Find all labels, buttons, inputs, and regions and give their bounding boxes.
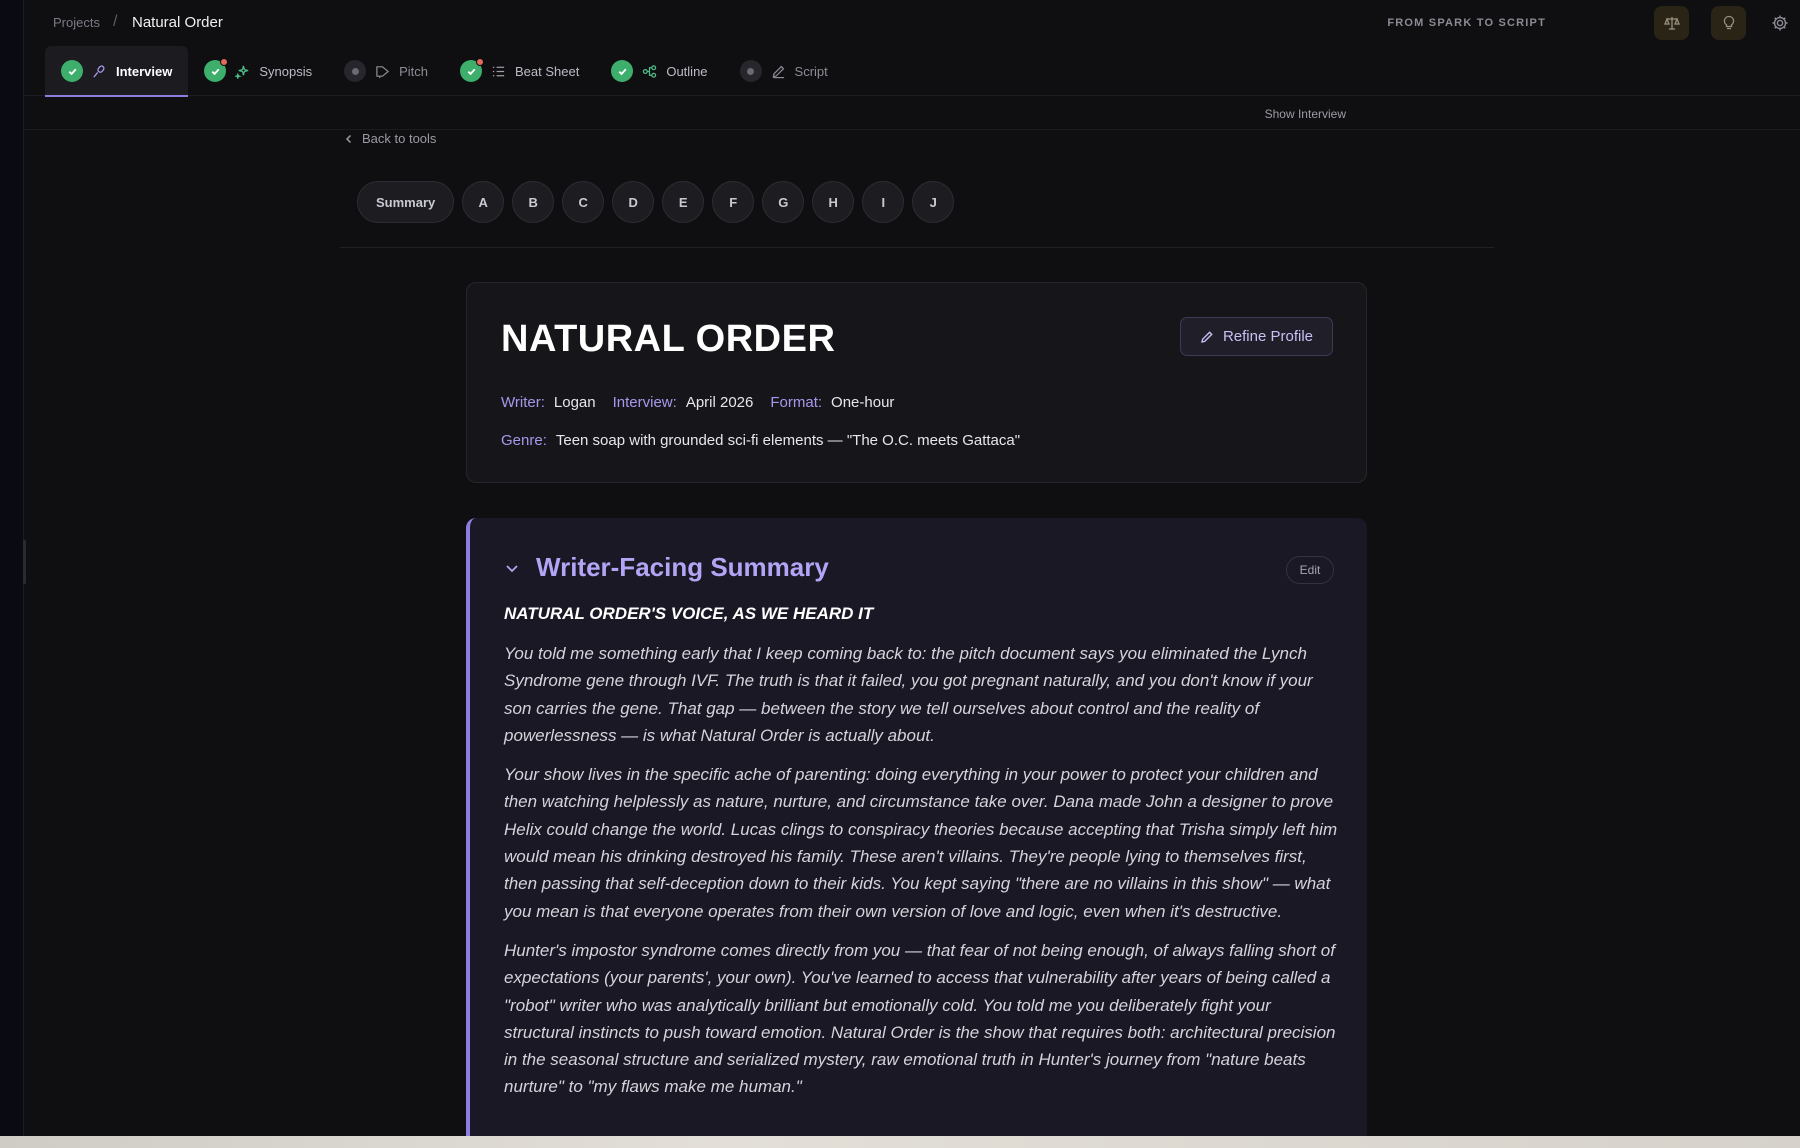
pill-b[interactable]: B [512, 181, 555, 223]
show-interview-toggle[interactable]: Show Interview [1265, 107, 1346, 121]
pill-j[interactable]: J [912, 181, 955, 223]
profile-card: NATURAL ORDER Refine Profile Writer: Loga… [466, 282, 1367, 483]
interview-meta: Interview: April 2026 [613, 394, 754, 411]
check-icon [611, 60, 634, 82]
balance-button[interactable] [1654, 6, 1689, 40]
microphone-icon [93, 64, 105, 78]
update-badge [220, 58, 229, 66]
gear-icon[interactable] [1771, 14, 1789, 32]
tab-label: Synopsis [259, 63, 313, 79]
pencil-icon [772, 65, 784, 78]
writer-summary-card: Writer-Facing Summary Edit NATURAL ORDER… [466, 518, 1367, 1148]
chevron-left-icon [345, 134, 352, 143]
genre-label: Genre: [501, 432, 547, 449]
idea-button[interactable] [1711, 6, 1746, 40]
pending-dot-icon [344, 60, 367, 82]
pill-g[interactable]: G [762, 181, 805, 223]
left-rail [0, 0, 26, 1136]
balance-icon [1663, 17, 1680, 30]
tab-label: Interview [116, 63, 173, 79]
window-bottom-edge [0, 1136, 1800, 1148]
sparkle-icon [235, 65, 249, 79]
section-pills: Summary A B C D E F G H I J [357, 181, 955, 223]
tab-interview[interactable]: Interview [45, 46, 189, 97]
genre-value: Teen soap with grounded sci-fi elements … [555, 432, 1021, 449]
sub-toolbar: Show Interview [24, 97, 1800, 130]
writer-meta: Writer: Logan [501, 394, 596, 411]
writer-value: Logan [553, 394, 596, 411]
tab-label: Pitch [399, 63, 429, 79]
tab-synopsis[interactable]: Synopsis [188, 46, 328, 96]
pill-summary[interactable]: Summary [357, 181, 455, 223]
genre-row: Genre: Teen soap with grounded sci-fi ele… [501, 432, 1020, 449]
breadcrumb-current: Natural Order [132, 14, 223, 31]
chevron-down-icon[interactable] [504, 560, 520, 576]
tab-beat-sheet[interactable]: Beat Sheet [444, 46, 595, 96]
tab-pitch[interactable]: Pitch [328, 46, 444, 96]
edit-button[interactable]: Edit [1286, 556, 1334, 584]
format-meta: Format: One-hour [770, 394, 894, 411]
refine-label: Refine Profile [1222, 328, 1314, 345]
project-title: NATURAL ORDER [501, 318, 836, 360]
pill-c[interactable]: C [562, 181, 605, 223]
summary-paragraph: You told me something early that I keep … [504, 644, 1313, 745]
format-label: Format: [770, 394, 823, 411]
meta-row: Writer: Logan Interview: April 2026 Format… [501, 394, 894, 411]
summary-header[interactable]: Writer-Facing Summary [504, 552, 829, 583]
check-icon [61, 60, 83, 82]
genre-meta: Genre: Teen soap with grounded sci-fi ele… [501, 432, 1020, 449]
pill-f[interactable]: F [712, 181, 755, 223]
summary-paragraph: Hunter's impostor syndrome comes directl… [504, 940, 1336, 1097]
update-badge [476, 58, 485, 66]
brand-label: FROM SPARK TO SCRIPT [1387, 17, 1546, 29]
interview-value: April 2026 [685, 394, 754, 411]
pill-a[interactable]: A [462, 181, 505, 223]
tab-outline[interactable]: Outline [595, 46, 723, 96]
interview-label: Interview: [612, 394, 677, 411]
list-icon [492, 66, 505, 76]
writer-label: Writer: [501, 394, 545, 411]
divider [340, 247, 1494, 248]
back-label: Back to tools [362, 131, 437, 146]
top-bar: Projects / Natural Order FROM SPARK TO S… [24, 0, 1800, 46]
back-to-tools-link[interactable]: Back to tools [344, 131, 436, 146]
tab-label: Beat Sheet [515, 63, 580, 79]
tab-label: Outline [666, 63, 708, 79]
tab-label: Script [794, 63, 828, 79]
tab-script[interactable]: Script [724, 46, 844, 96]
breadcrumb-separator: / [113, 13, 118, 30]
refine-profile-button[interactable]: Refine Profile [1180, 317, 1333, 356]
resize-handle[interactable] [23, 540, 26, 584]
summary-paragraph: Your show lives in the specific ache of … [504, 765, 1338, 921]
projector-icon [376, 65, 390, 78]
breadcrumb-projects-link[interactable]: Projects [53, 15, 100, 30]
summary-subheading: NATURAL ORDER'S VOICE, AS WE HEARD IT [504, 604, 874, 623]
workflow-tabs: Interview Synopsis Pitch Beat Sheet Outl… [24, 46, 1800, 97]
pill-e[interactable]: E [662, 181, 705, 223]
check-icon [204, 58, 229, 82]
check-icon [460, 58, 485, 82]
format-value: One-hour [831, 394, 895, 411]
pending-dot-icon [739, 60, 762, 82]
pencil-icon [1201, 330, 1213, 343]
pill-h[interactable]: H [812, 181, 855, 223]
pill-d[interactable]: D [612, 181, 655, 223]
summary-body: You told me something early that I keep … [504, 640, 1344, 1113]
lightbulb-icon [1723, 15, 1734, 30]
summary-title: Writer-Facing Summary [536, 552, 829, 582]
nodes-icon [643, 64, 657, 78]
pill-i[interactable]: I [862, 181, 905, 223]
